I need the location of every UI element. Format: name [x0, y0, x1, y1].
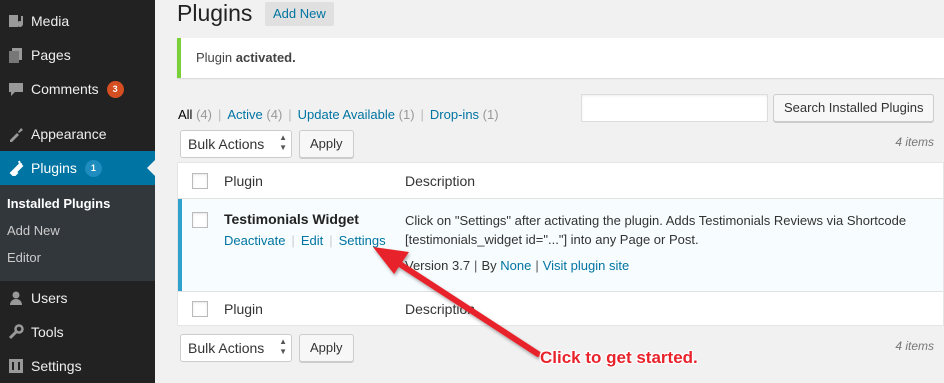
sidebar-item-media[interactable]: Media — [0, 4, 155, 38]
plugin-name: Testimonials Widget — [224, 211, 359, 227]
media-icon — [6, 11, 26, 31]
plugins-update-badge: 1 — [84, 159, 102, 177]
sidebar-item-tools[interactable]: Tools — [0, 315, 155, 349]
apply-button-top[interactable]: Apply — [299, 130, 354, 158]
filter-label: Update Available — [297, 107, 396, 122]
plugin-version: Version 3.7 — [405, 258, 471, 273]
sidebar-item-plugins[interactable]: Plugins 1 — [0, 151, 155, 185]
column-footer-plugin: Plugin — [224, 301, 263, 317]
filter-count: (4) — [266, 107, 283, 122]
table-row: Testimonials Widget Deactivate | Edit | Sett… — [178, 199, 943, 291]
sidebar-item-pages[interactable]: Pages — [0, 38, 155, 72]
table-header-row: Plugin Description — [178, 163, 943, 199]
filter-label: Active — [227, 107, 263, 122]
activation-notice: Plugin activated. — [177, 38, 944, 78]
filter-count: (1) — [398, 107, 415, 122]
appearance-icon — [6, 124, 26, 144]
bulk-actions-label: Bulk Actions — [188, 136, 265, 152]
deactivate-link[interactable]: Deactivate — [224, 233, 285, 248]
plugins-submenu: Installed Plugins Add New Editor — [0, 185, 155, 281]
select-all-checkbox[interactable] — [192, 173, 208, 189]
plugins-icon — [6, 158, 26, 178]
row-checkbox[interactable] — [192, 212, 208, 228]
plugins-table: Plugin Description Testimonials Widget D… — [177, 162, 944, 326]
select-arrows-icon: ▲ ▼ — [279, 337, 287, 356]
select-all-checkbox-footer[interactable] — [192, 301, 208, 317]
filter-all[interactable]: All (4) — [178, 107, 212, 122]
filter-update-available[interactable]: Update Available (1) — [298, 107, 415, 122]
sidebar-item-label: Tools — [31, 324, 64, 340]
filter-count: (4) — [196, 107, 212, 122]
items-count-bottom: 4 items — [895, 339, 934, 353]
settings-icon — [6, 356, 26, 376]
sidebar-item-label: Users — [31, 290, 68, 306]
page-title: Plugins — [177, 0, 253, 26]
annotation-label: Click to get started. — [540, 348, 698, 367]
filter-label: All — [178, 107, 193, 122]
author-link[interactable]: None — [500, 258, 531, 273]
filter-active[interactable]: Active (4) — [227, 107, 282, 122]
by-label: By — [481, 258, 497, 273]
pages-icon — [6, 45, 26, 65]
select-arrows-icon: ▲ ▼ — [279, 133, 287, 152]
plugin-site-link[interactable]: Visit plugin site — [543, 258, 629, 273]
settings-link[interactable]: Settings — [339, 233, 386, 248]
submenu-editor[interactable]: Editor — [0, 244, 155, 271]
submenu-add-new[interactable]: Add New — [0, 217, 155, 244]
sidebar-item-appearance[interactable]: Appearance — [0, 117, 155, 151]
column-footer-description: Description — [405, 301, 476, 317]
main-content: Plugins Add New Plugin activated. All (4… — [155, 0, 944, 383]
items-count-top: 4 items — [895, 135, 934, 149]
submenu-installed-plugins[interactable]: Installed Plugins — [0, 190, 155, 217]
plugin-status-filters: All (4) | Active (4) | Update Available (1) |… — [178, 107, 499, 122]
apply-button-bottom[interactable]: Apply — [299, 334, 354, 362]
search-plugins-button[interactable]: Search Installed Plugins — [773, 94, 935, 122]
notice-prefix: Plugin — [196, 50, 233, 65]
plugin-meta: Version 3.7 | By None | Visit plugin site — [405, 258, 630, 273]
bulk-actions-select-bottom[interactable]: Bulk Actions ▲ ▼ — [180, 334, 292, 362]
sidebar-item-users[interactable]: Users — [0, 281, 155, 315]
sidebar-item-label: Comments — [31, 81, 99, 97]
bulk-actions-select-top[interactable]: Bulk Actions ▲ ▼ — [180, 130, 292, 158]
notice-strong: activated. — [235, 50, 296, 65]
edit-link[interactable]: Edit — [301, 233, 323, 248]
admin-sidebar: Media Pages Comments 3 Appearance Plugin… — [0, 0, 155, 383]
comments-count-badge: 3 — [106, 80, 124, 98]
sidebar-item-label: Plugins — [31, 160, 77, 176]
filter-drop-ins[interactable]: Drop-ins (1) — [430, 107, 499, 122]
add-new-button[interactable]: Add New — [265, 2, 334, 26]
sidebar-item-label: Settings — [31, 358, 82, 374]
users-icon — [6, 288, 26, 308]
filter-count: (1) — [482, 107, 499, 122]
sidebar-item-comments[interactable]: Comments 3 — [0, 72, 155, 106]
row-actions: Deactivate | Edit | Settings — [224, 233, 386, 248]
filter-label: Drop-ins — [429, 107, 480, 122]
tools-icon — [6, 322, 26, 342]
search-input[interactable] — [581, 94, 768, 122]
sidebar-item-settings[interactable]: Settings — [0, 349, 155, 383]
table-footer-row: Plugin Description — [178, 291, 943, 327]
bulk-actions-label: Bulk Actions — [188, 340, 265, 356]
comments-icon — [6, 79, 26, 99]
sidebar-item-label: Appearance — [31, 126, 107, 142]
column-header-description: Description — [405, 173, 476, 189]
plugin-description: Click on "Settings" after activating the… — [405, 213, 907, 247]
sidebar-item-label: Media — [31, 13, 70, 29]
column-header-plugin: Plugin — [224, 173, 263, 189]
sidebar-item-label: Pages — [31, 47, 71, 63]
